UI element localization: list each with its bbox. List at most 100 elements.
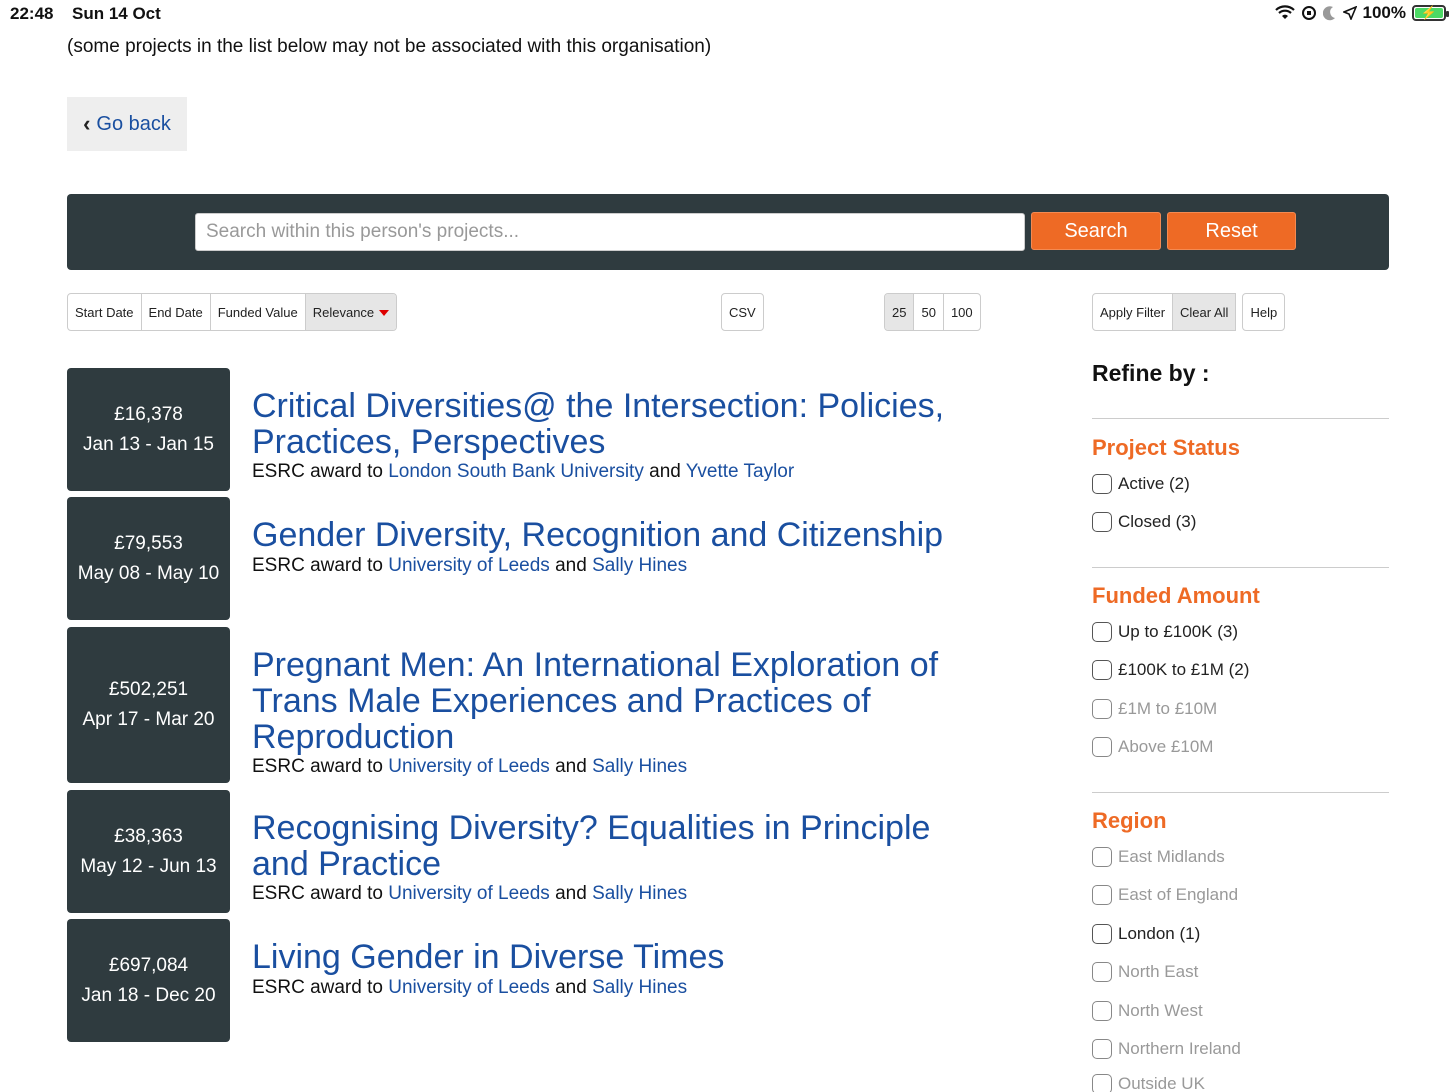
filter-label: Active (2) <box>1118 474 1190 493</box>
apply-filter-button[interactable]: Apply Filter <box>1092 293 1174 331</box>
project-amount: £38,363 <box>114 825 183 847</box>
project-title-link[interactable]: Living Gender in Diverse Times <box>252 939 992 975</box>
sort-start-date-button[interactable]: Start Date <box>68 294 142 330</box>
rotation-lock-icon <box>1301 6 1316 20</box>
award-prefix: ESRC award to <box>252 977 383 998</box>
sort-relevance-button[interactable]: Relevance <box>305 294 397 330</box>
filter-east-of-england[interactable]: East of England <box>1092 885 1238 905</box>
search-button[interactable]: Search <box>1031 212 1161 250</box>
project-amount: £502,251 <box>108 679 189 700</box>
sort-relevance-label: Relevance <box>312 304 375 320</box>
filter-london[interactable]: London (1) <box>1092 924 1200 944</box>
checkbox[interactable] <box>1092 660 1112 680</box>
filter-east-midlands[interactable]: East Midlands <box>1092 847 1225 867</box>
status-date: Sun 14 Oct <box>72 4 161 23</box>
person-link[interactable]: Sally Hines <box>592 883 687 904</box>
page-size-50[interactable]: 50 <box>914 294 944 330</box>
filter-1m-to-10m[interactable]: £1M to £10M <box>1092 699 1217 719</box>
filter-label: East of England <box>1118 885 1239 904</box>
divider <box>1092 792 1389 793</box>
organisation-link[interactable]: University of Leeds <box>388 883 550 904</box>
region-heading: Region <box>1092 808 1167 833</box>
checkbox[interactable] <box>1092 699 1112 719</box>
person-link[interactable]: Yvette Taylor <box>686 461 794 482</box>
search-input[interactable] <box>195 213 1025 251</box>
filter-closed[interactable]: Closed (3) <box>1092 512 1196 532</box>
checkbox[interactable] <box>1092 847 1112 867</box>
page-size-25[interactable]: 25 <box>885 294 915 330</box>
project-title-link[interactable]: Pregnant Men: An International Explorati… <box>252 647 992 755</box>
project-amount: £79,553 <box>114 532 183 554</box>
clear-all-button[interactable]: Clear All <box>1173 293 1237 331</box>
filter-northern-ireland[interactable]: Northern Ireland <box>1092 1039 1241 1059</box>
filter-above-10m[interactable]: Above £10M <box>1092 737 1213 757</box>
reset-button[interactable]: Reset <box>1167 212 1296 250</box>
page-size-100[interactable]: 100 <box>944 294 980 330</box>
filter-label: Outside UK <box>1118 1074 1205 1092</box>
checkbox[interactable] <box>1092 737 1112 757</box>
filter-label: Closed (3) <box>1118 512 1197 531</box>
divider <box>1092 567 1389 568</box>
sort-funded-value-button[interactable]: Funded Value <box>211 294 306 330</box>
checkbox[interactable] <box>1092 474 1112 494</box>
organisation-link[interactable]: University of Leeds <box>388 977 550 998</box>
filter-active[interactable]: Active (2) <box>1092 474 1190 494</box>
award-and: and <box>555 977 587 998</box>
person-link[interactable]: Sally Hines <box>592 756 687 777</box>
filter-label: Above £10M <box>1118 737 1214 756</box>
organisation-link[interactable]: University of Leeds <box>388 756 550 777</box>
checkbox[interactable] <box>1092 1039 1112 1059</box>
filter-100k-to-1m[interactable]: £100K to £1M (2) <box>1092 660 1249 680</box>
checkbox[interactable] <box>1092 1074 1112 1092</box>
chevron-left-icon: ‹ <box>83 111 91 136</box>
csv-button[interactable]: CSV <box>722 294 763 330</box>
project-title-link[interactable]: Gender Diversity, Recognition and Citize… <box>252 517 992 553</box>
award-and: and <box>555 883 587 904</box>
award-prefix: ESRC award to <box>252 883 383 904</box>
project-award-line: ESRC award to University of Leeds and Sa… <box>252 555 687 577</box>
filter-label: East Midlands <box>1118 847 1225 866</box>
filter-label: Up to £100K (3) <box>1118 622 1239 641</box>
refine-heading: Refine by : <box>1092 360 1210 386</box>
sort-end-date-button[interactable]: End Date <box>142 294 211 330</box>
association-note: (some projects in the list below may not… <box>67 36 712 57</box>
help-button[interactable]: Help <box>1242 293 1286 331</box>
checkbox[interactable] <box>1092 1001 1112 1021</box>
filter-north-east[interactable]: North East <box>1092 962 1198 982</box>
filter-label: North East <box>1118 962 1199 981</box>
status-bar: 22:48 Sun 14 Oct 100% ⚡ <box>0 0 1456 28</box>
project-award-line: ESRC award to London South Bank Universi… <box>252 461 794 483</box>
organisation-link[interactable]: London South Bank University <box>388 461 644 482</box>
status-indicators: 100% ⚡ <box>1274 3 1449 23</box>
project-card: £38,363 May 12 - Jun 13 <box>67 790 230 913</box>
checkbox[interactable] <box>1092 885 1112 905</box>
checkbox[interactable] <box>1092 622 1112 642</box>
battery-icon: ⚡ <box>1412 5 1449 21</box>
filter-label: London (1) <box>1118 924 1201 943</box>
award-prefix: ESRC award to <box>252 461 383 482</box>
location-arrow-icon <box>1342 6 1357 20</box>
project-status-heading: Project Status <box>1092 435 1240 460</box>
project-dates: May 08 - May 10 <box>77 562 220 584</box>
project-title-link[interactable]: Recognising Diversity? Equalities in Pri… <box>252 810 992 882</box>
person-link[interactable]: Sally Hines <box>592 555 687 576</box>
filter-outside-uk[interactable]: Outside UK <box>1092 1074 1205 1092</box>
project-card: £16,378 Jan 13 - Jan 15 <box>67 368 230 491</box>
filter-north-west[interactable]: North West <box>1092 1001 1203 1021</box>
go-back-button[interactable]: ‹ Go back <box>67 97 187 151</box>
filter-label: Northern Ireland <box>1118 1039 1241 1058</box>
person-link[interactable]: Sally Hines <box>592 977 687 998</box>
project-title-link[interactable]: Critical Diversities@ the Intersection: … <box>252 388 992 460</box>
organisation-link[interactable]: University of Leeds <box>388 555 550 576</box>
checkbox[interactable] <box>1092 962 1112 982</box>
filter-actions-group: Apply Filter Clear All Help <box>1092 293 1286 331</box>
project-card: £697,084 Jan 18 - Dec 20 <box>67 919 230 1042</box>
project-dates: May 12 - Jun 13 <box>80 855 217 877</box>
wifi-icon <box>1274 5 1295 19</box>
checkbox[interactable] <box>1092 512 1112 532</box>
award-prefix: ESRC award to <box>252 756 383 777</box>
filter-up-to-100k[interactable]: Up to £100K (3) <box>1092 622 1238 642</box>
checkbox[interactable] <box>1092 924 1112 944</box>
caret-down-icon <box>379 310 390 316</box>
battery-percent: 100% <box>1362 3 1406 22</box>
